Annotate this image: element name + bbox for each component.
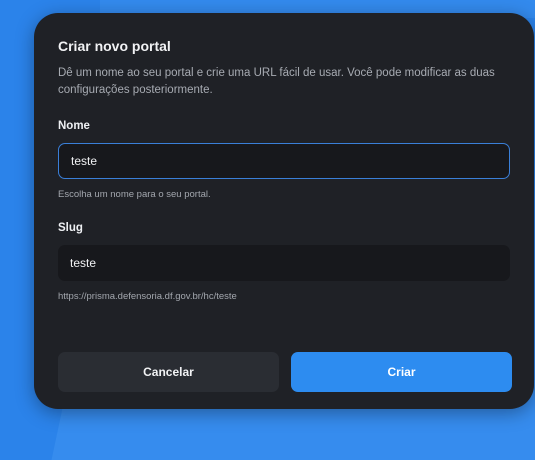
- name-input[interactable]: teste: [58, 143, 510, 179]
- dialog-title: Criar novo portal: [58, 38, 171, 54]
- slug-url-preview: https://prisma.defensoria.df.gov.br/hc/t…: [58, 291, 237, 302]
- cancel-button[interactable]: Cancelar: [58, 352, 279, 392]
- dialog-description: Dê um nome ao seu portal e crie uma URL …: [58, 67, 495, 96]
- slug-label: Slug: [58, 222, 83, 234]
- dialog-actions: Cancelar Criar: [58, 352, 512, 392]
- name-hint: Escolha um nome para o seu portal.: [58, 189, 211, 200]
- name-label: Nome: [58, 120, 90, 132]
- create-portal-dialog: Criar novo portal Dê um nome ao seu port…: [34, 13, 534, 409]
- create-button[interactable]: Criar: [291, 352, 512, 392]
- slug-input[interactable]: teste: [58, 245, 510, 281]
